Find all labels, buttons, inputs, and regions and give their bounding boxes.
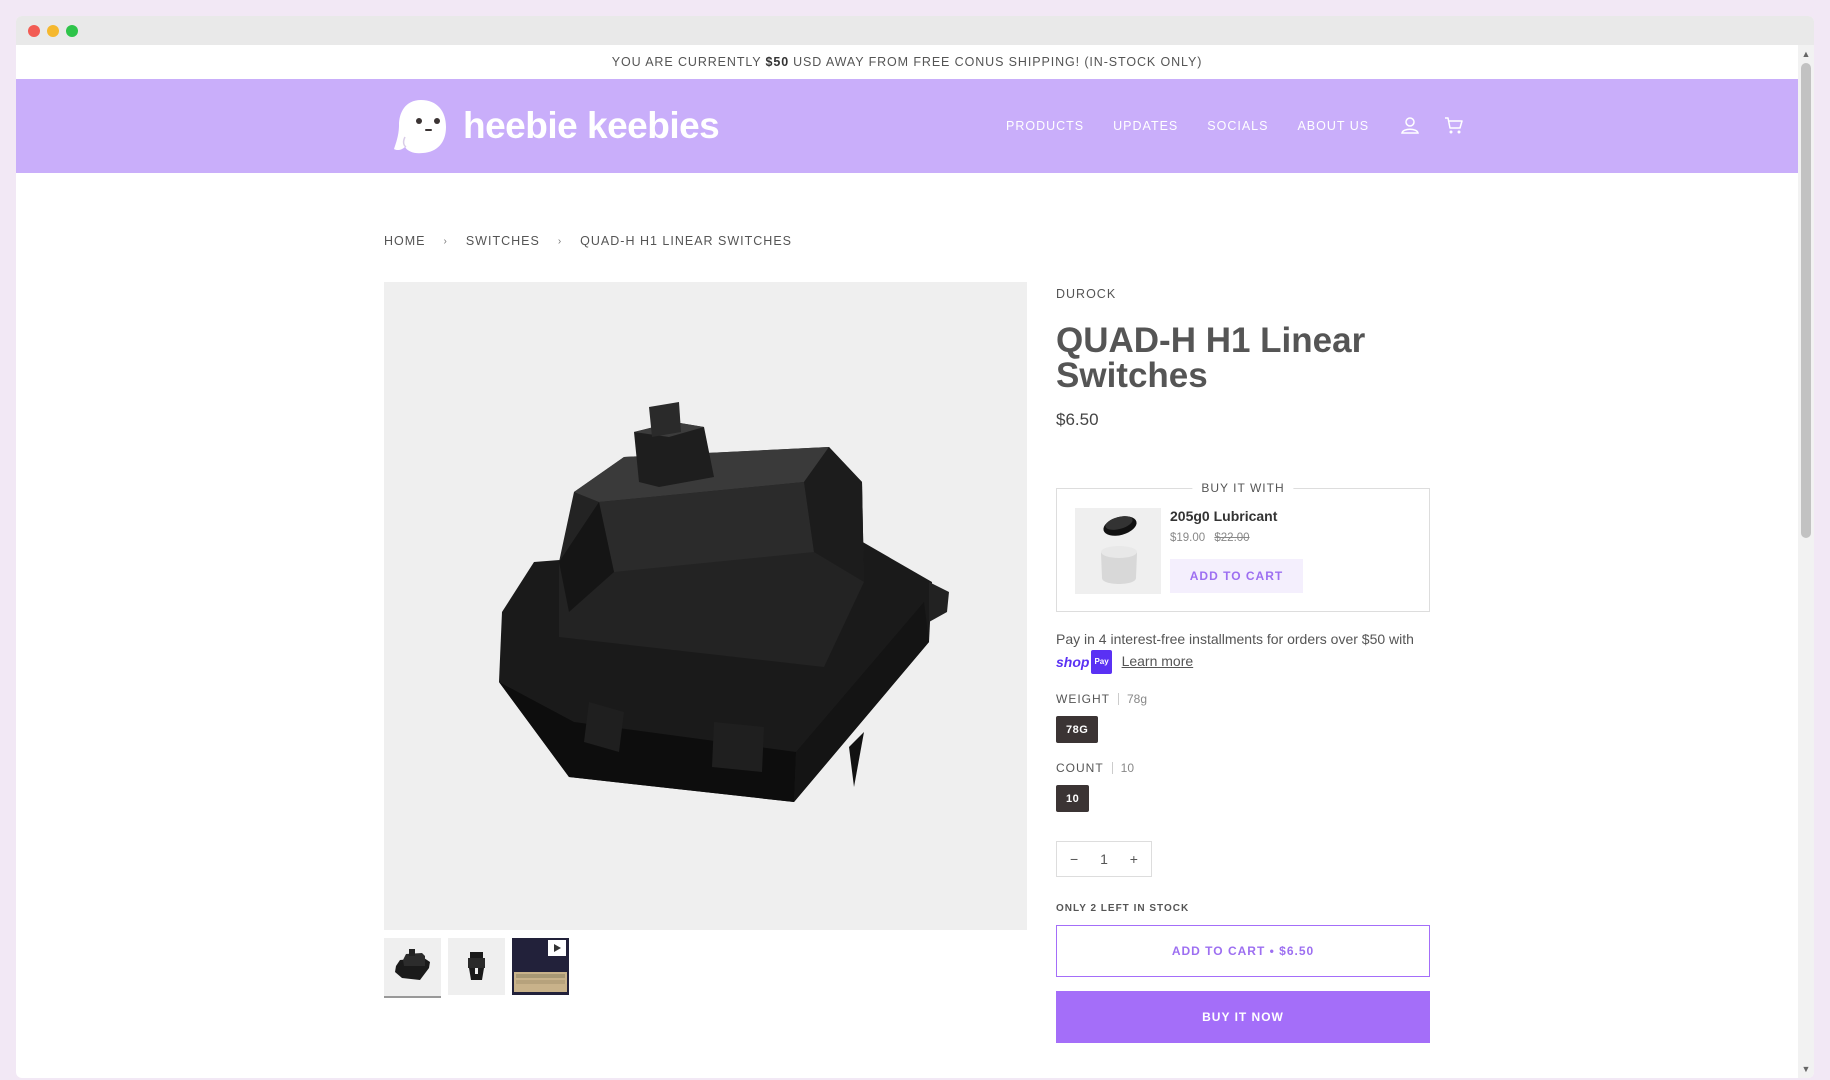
announcement-prefix: YOU ARE CURRENTLY <box>611 55 762 69</box>
installments-info: Pay in 4 interest-free installments for … <box>1056 628 1430 675</box>
quantity-input[interactable]: 1 <box>1100 851 1108 867</box>
page-scrollbar[interactable]: ▲ ▼ <box>1798 45 1814 1078</box>
learn-more-link[interactable]: Learn more <box>1122 653 1194 669</box>
installments-text: Pay in 4 interest-free installments for … <box>1056 631 1414 647</box>
breadcrumb-switches[interactable]: SWITCHES <box>466 234 540 248</box>
thumbnail-keyboard-video[interactable] <box>512 938 569 995</box>
quantity-stepper: − 1 + <box>1056 841 1152 878</box>
buy-it-now-button[interactable]: BUY IT NOW <box>1056 991 1430 1044</box>
shop-pay-shop: shop <box>1056 654 1090 671</box>
site-logo-text: heebie keebies <box>463 105 720 146</box>
bundle-sale-price: $19.00 <box>1170 532 1206 544</box>
breadcrumb-home[interactable]: HOME <box>384 234 426 248</box>
add-to-cart-button[interactable]: ADD TO CART • $6.50 <box>1056 925 1430 978</box>
close-window-button[interactable] <box>28 25 40 37</box>
switch-thumb-icon <box>395 949 430 980</box>
stock-status: ONLY 2 LEFT IN STOCK <box>1056 903 1190 915</box>
bundle-legend: BUY IT WITH <box>1192 481 1294 495</box>
announcement-bar: YOU ARE CURRENTLY $50 USD AWAY FROM FREE… <box>16 45 1798 79</box>
weight-swatch-78g[interactable]: 78G <box>1056 716 1099 744</box>
scrollbar-thumb[interactable] <box>1801 63 1811 538</box>
thumbnail-switch-black[interactable] <box>384 938 441 998</box>
minimize-window-button[interactable] <box>47 25 59 37</box>
browser-window: YOU ARE CURRENTLY $50 USD AWAY FROM FREE… <box>16 16 1814 1078</box>
shop-pay-pay: Pay <box>1091 650 1112 675</box>
nav-socials[interactable]: SOCIALS <box>1207 119 1268 133</box>
count-swatch-10[interactable]: 10 <box>1056 785 1090 813</box>
ghost-logo-icon <box>394 100 446 154</box>
lubricant-jar-icon <box>1101 516 1137 584</box>
weight-option-label: WEIGHT 78g <box>1056 692 1430 706</box>
bundle-add-to-cart-button[interactable]: ADD TO CART <box>1170 559 1303 593</box>
product-main-image[interactable] <box>384 282 1027 930</box>
page-viewport: YOU ARE CURRENTLY $50 USD AWAY FROM FREE… <box>16 45 1798 1078</box>
bundle-compare-price: $22.00 <box>1214 532 1250 544</box>
count-selected-value: 10 <box>1120 761 1135 776</box>
scroll-down-icon[interactable]: ▼ <box>1798 1062 1814 1076</box>
shop-pay-logo: shop Pay <box>1056 650 1112 675</box>
switch-image <box>499 402 949 802</box>
weight-label: WEIGHT <box>1056 692 1110 707</box>
breadcrumb-separator-icon: › <box>443 235 448 247</box>
count-label: COUNT <box>1056 761 1104 776</box>
count-option-label: COUNT 10 <box>1056 761 1430 775</box>
maximize-window-button[interactable] <box>66 25 78 37</box>
bundle-prices: $19.00 $22.00 <box>1170 532 1250 544</box>
announcement-suffix: USD AWAY FROM FREE CONUS SHIPPING! (IN-S… <box>793 55 1203 69</box>
site-header: heebie keebies PRODUCTS UPDATES SOCIALS … <box>16 79 1798 173</box>
product-thumbnails <box>384 938 576 998</box>
lubricant-image[interactable] <box>1075 508 1161 594</box>
breadcrumb: HOME › SWITCHES › QUAD-H H1 LINEAR SWITC… <box>384 234 792 248</box>
breadcrumb-separator-icon: › <box>557 235 563 247</box>
nav-about-us[interactable]: ABOUT US <box>1297 119 1369 133</box>
site-logo[interactable]: heebie keebies <box>393 97 720 155</box>
product-price: $6.50 <box>1056 410 1099 429</box>
announcement-amount: $50 <box>765 55 790 69</box>
buy-it-with-box: BUY IT WITH 205g0 Lubricant $19.00 $22.0… <box>1056 481 1430 612</box>
product-info: DUROCK QUAD-H H1 Linear Switches $6.50 B… <box>1056 282 1430 1044</box>
breadcrumb-current: QUAD-H H1 LINEAR SWITCHES <box>580 234 793 248</box>
bundle-product-name[interactable]: 205g0 Lubricant <box>1170 508 1277 524</box>
keyboard-video-thumb-icon <box>512 938 569 995</box>
cart-icon[interactable] <box>1444 115 1464 135</box>
nav-products[interactable]: PRODUCTS <box>1006 119 1084 133</box>
weight-selected-value: 78g <box>1127 692 1148 707</box>
window-titlebar <box>16 16 1814 45</box>
product-vendor[interactable]: DUROCK <box>1056 287 1430 301</box>
scroll-up-icon[interactable]: ▲ <box>1798 47 1814 61</box>
main-nav: PRODUCTS UPDATES SOCIALS ABOUT US <box>1006 117 1486 135</box>
quantity-decrease-button[interactable]: − <box>1070 851 1078 867</box>
option-divider <box>1118 693 1119 706</box>
product-title: QUAD-H H1 Linear Switches <box>1056 321 1366 395</box>
thumbnail-switch-side[interactable] <box>448 938 505 995</box>
option-divider <box>1111 762 1113 775</box>
account-icon[interactable] <box>1400 115 1420 135</box>
nav-updates[interactable]: UPDATES <box>1113 119 1178 133</box>
quantity-increase-button[interactable]: + <box>1130 851 1138 867</box>
switch-side-thumb-icon <box>468 952 485 980</box>
